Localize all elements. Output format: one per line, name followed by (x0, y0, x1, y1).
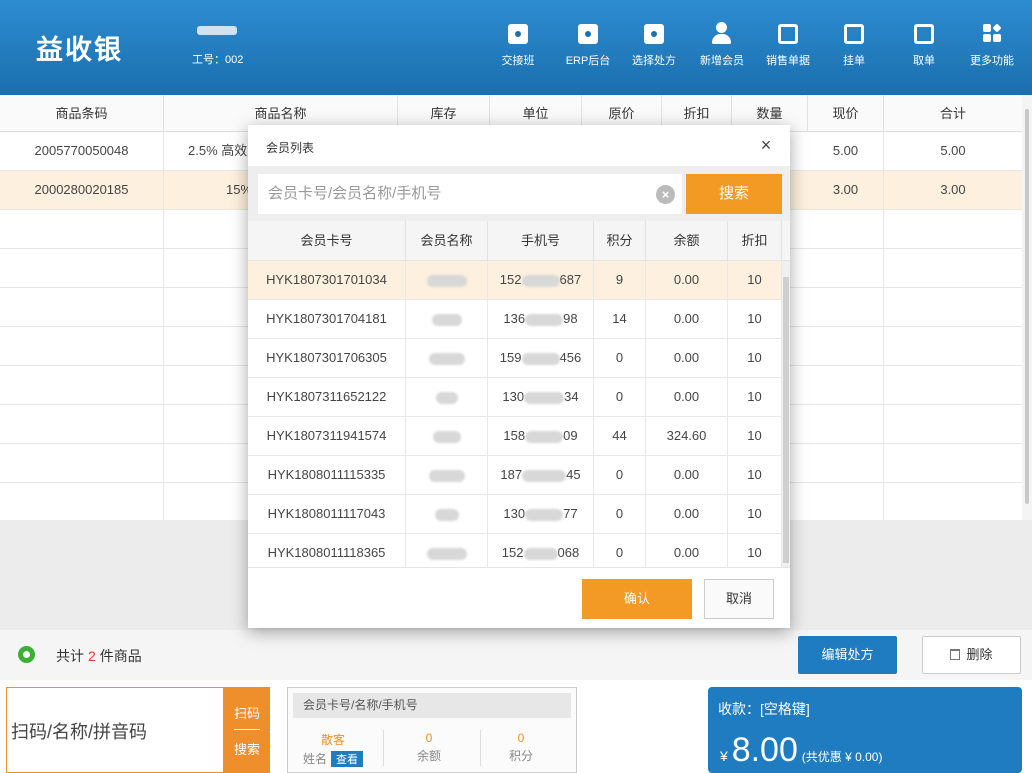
member-points: 0 (594, 495, 646, 533)
member-card: HYK1807311652122 (248, 378, 406, 416)
member-search-field[interactable]: 会员卡号/会员名称/手机号 × (258, 174, 682, 214)
col-member-name: 会员名称 (406, 221, 488, 261)
member-phone: 130 77 (488, 495, 594, 533)
member-table-body: HYK1807301701034 152 687 9 0.00 10 HYK180… (248, 261, 790, 567)
member-search-button[interactable]: 搜索 (686, 174, 782, 214)
member-name-redacted (406, 378, 488, 416)
member-card: HYK1807301706305 (248, 339, 406, 377)
member-row[interactable]: HYK1808011115335 187 45 0 0.00 10 (248, 456, 790, 495)
clear-icon[interactable]: × (656, 185, 675, 204)
member-discount: 10 (728, 378, 782, 416)
member-name-redacted (406, 495, 488, 533)
member-phone: 159 456 (488, 339, 594, 377)
member-points: 0 (594, 456, 646, 494)
member-discount: 10 (728, 534, 782, 567)
col-phone: 手机号 (488, 221, 594, 261)
cancel-button[interactable]: 取消 (704, 579, 774, 619)
member-balance: 0.00 (646, 261, 728, 299)
member-discount: 10 (728, 456, 782, 494)
member-phone: 187 45 (488, 456, 594, 494)
member-name-redacted (406, 417, 488, 455)
col-points: 积分 (594, 221, 646, 261)
member-phone: 152 687 (488, 261, 594, 299)
col-balance: 余额 (646, 221, 728, 261)
member-row[interactable]: HYK1807311652122 130 34 0 0.00 10 (248, 378, 790, 417)
dialog-title: 会员列表 (266, 141, 315, 155)
member-balance: 324.60 (646, 417, 728, 455)
member-balance: 0.00 (646, 456, 728, 494)
member-row[interactable]: HYK1807301706305 159 456 0 0.00 10 (248, 339, 790, 378)
member-discount: 10 (728, 417, 782, 455)
member-balance: 0.00 (646, 339, 728, 377)
member-discount: 10 (728, 339, 782, 377)
member-balance: 0.00 (646, 300, 728, 338)
member-card: HYK1807311941574 (248, 417, 406, 455)
member-points: 0 (594, 378, 646, 416)
member-list-scrollbar[interactable] (782, 261, 790, 567)
close-icon[interactable]: × (754, 133, 778, 157)
member-discount: 10 (728, 495, 782, 533)
dialog-search-bar: 会员卡号/会员名称/手机号 × 搜索 (248, 166, 790, 221)
member-balance: 0.00 (646, 378, 728, 416)
member-name-redacted (406, 261, 488, 299)
member-row[interactable]: HYK1807301704181 136 98 14 0.00 10 (248, 300, 790, 339)
member-balance: 0.00 (646, 534, 728, 567)
member-phone: 158 09 (488, 417, 594, 455)
member-phone: 130 34 (488, 378, 594, 416)
member-card: HYK1808011117043 (248, 495, 406, 533)
dialog-footer: 确认 取消 (248, 567, 790, 628)
member-search-placeholder: 会员卡号/会员名称/手机号 (268, 185, 442, 202)
member-row[interactable]: HYK1808011117043 130 77 0 0.00 10 (248, 495, 790, 534)
member-name-redacted (406, 534, 488, 567)
member-discount: 10 (728, 261, 782, 299)
col-card: 会员卡号 (248, 221, 406, 261)
member-points: 0 (594, 534, 646, 567)
member-row[interactable]: HYK1808011118365 152 068 0 0.00 10 (248, 534, 790, 567)
col-discount: 折扣 (728, 221, 782, 261)
member-phone: 136 98 (488, 300, 594, 338)
member-discount: 10 (728, 300, 782, 338)
member-points: 14 (594, 300, 646, 338)
member-points: 0 (594, 339, 646, 377)
member-phone: 152 068 (488, 534, 594, 567)
confirm-button[interactable]: 确认 (582, 579, 692, 619)
member-points: 9 (594, 261, 646, 299)
member-row[interactable]: HYK1807311941574 158 09 44 324.60 10 (248, 417, 790, 456)
member-card: HYK1808011118365 (248, 534, 406, 567)
member-balance: 0.00 (646, 495, 728, 533)
member-row[interactable]: HYK1807301701034 152 687 9 0.00 10 (248, 261, 790, 300)
member-card: HYK1807301704181 (248, 300, 406, 338)
member-name-redacted (406, 339, 488, 377)
member-card: HYK1807301701034 (248, 261, 406, 299)
member-table-header: 会员卡号 会员名称 手机号 积分 余额 折扣 (248, 221, 790, 261)
member-name-redacted (406, 300, 488, 338)
member-list-dialog: 会员列表 × 会员卡号/会员名称/手机号 × 搜索 会员卡号 会员名称 手机号 … (248, 125, 790, 628)
member-points: 44 (594, 417, 646, 455)
member-name-redacted (406, 456, 488, 494)
member-card: HYK1808011115335 (248, 456, 406, 494)
